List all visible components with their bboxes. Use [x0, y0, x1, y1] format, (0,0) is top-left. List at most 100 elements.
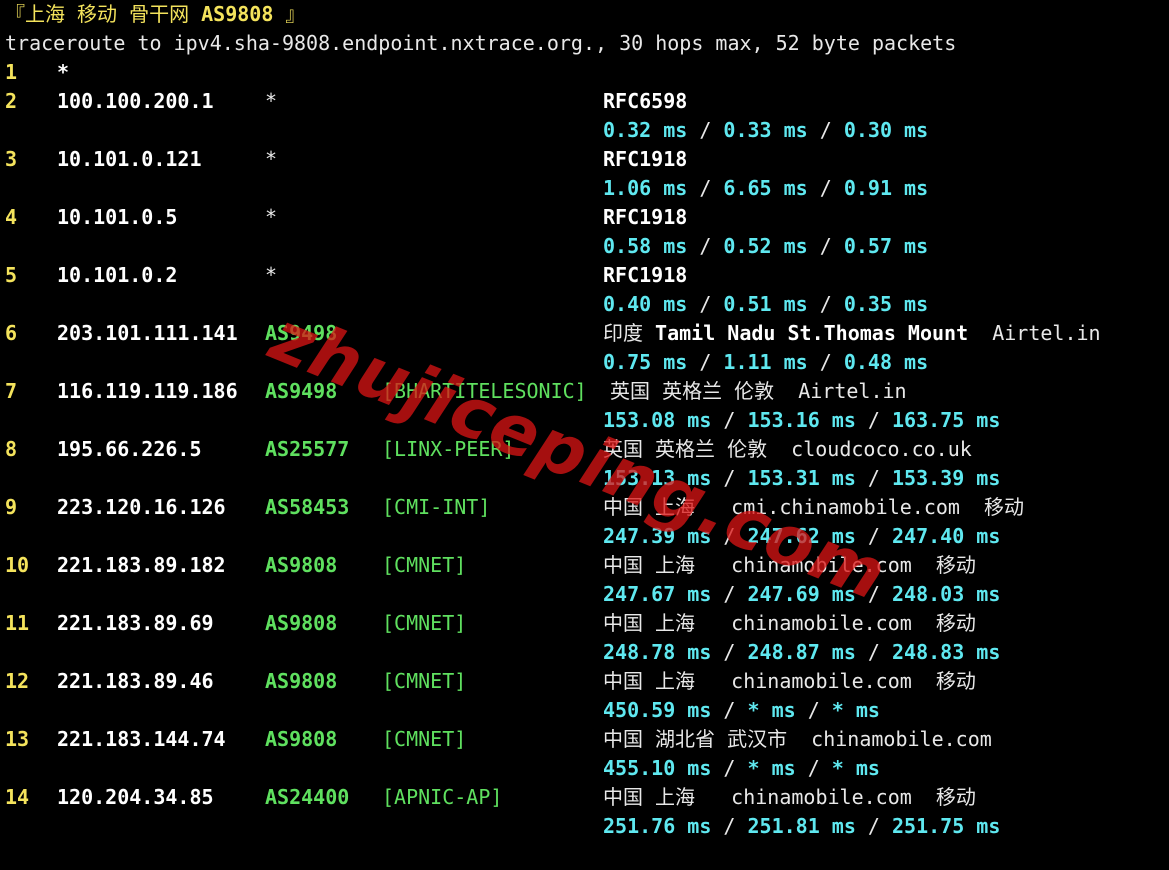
- hop-asn: AS25577: [265, 437, 350, 461]
- hop-ip: 195.66.226.5: [57, 437, 202, 461]
- rtt-value: 1.11 ms: [723, 350, 808, 374]
- hop-rtt-row: 251.76 ms / 251.81 ms / 251.75 ms: [0, 812, 1169, 841]
- hop-asn: AS58453: [265, 495, 350, 519]
- rtt-value: * ms: [831, 698, 880, 722]
- rtt-separator: /: [711, 640, 748, 664]
- hop-row: 14 120.204.34.85 AS24400 [APNIC-AP] 中国 上海 ch…: [0, 783, 1169, 812]
- rtt-separator: /: [711, 408, 748, 432]
- hop-asn: AS9808: [265, 727, 338, 751]
- rtt-separator: /: [687, 234, 724, 258]
- hop-number: 11: [5, 611, 30, 635]
- hop-rtt: 455.10 ms / * ms / * ms: [603, 754, 880, 783]
- rtt-value: * ms: [831, 756, 880, 780]
- rtt-value: 153.31 ms: [747, 466, 856, 490]
- hop-rtt-row: 247.39 ms / 247.62 ms / 247.40 ms: [0, 522, 1169, 551]
- hop-rtt: 0.75 ms / 1.11 ms / 0.48 ms: [603, 348, 928, 377]
- rtt-value: * ms: [747, 756, 796, 780]
- rtt-value: 251.76 ms: [603, 814, 712, 838]
- rtt-value: 1.06 ms: [603, 176, 688, 200]
- hop-geo-info: RFC1918: [603, 263, 688, 287]
- hop-rtt-row: 247.67 ms / 247.69 ms / 248.03 ms: [0, 580, 1169, 609]
- rtt-value: 247.67 ms: [603, 582, 712, 606]
- hop-rtt-row: 450.59 ms / * ms / * ms: [0, 696, 1169, 725]
- rtt-separator: /: [687, 176, 724, 200]
- hop-rtt: 450.59 ms / * ms / * ms: [603, 696, 880, 725]
- terminal-window: 『上海 移动 骨干网 AS9808 』 traceroute to ipv4.s…: [0, 0, 1169, 870]
- rtt-value: 0.52 ms: [723, 234, 808, 258]
- rtt-value: 247.39 ms: [603, 524, 712, 548]
- header-title: 『上海 移动 骨干网 AS9808 』: [5, 0, 305, 29]
- hop-rtt-row: 153.08 ms / 153.16 ms / 163.75 ms: [0, 406, 1169, 435]
- rtt-value: 247.69 ms: [747, 582, 856, 606]
- rtt-separator: /: [855, 582, 892, 606]
- hop-ip: 203.101.111.141: [57, 321, 238, 345]
- hop-ip: 116.119.119.186: [57, 379, 238, 403]
- hop-geo-info: 英国 英格兰 伦敦 Airtel.in: [598, 379, 907, 403]
- hop-asn: AS9498: [265, 321, 338, 345]
- hop-ip: 223.120.16.126: [57, 495, 226, 519]
- rtt-value: 153.13 ms: [603, 466, 712, 490]
- hop-number: 3: [5, 147, 18, 171]
- rtt-value: 0.58 ms: [603, 234, 688, 258]
- hop-number: 9: [5, 495, 18, 519]
- hop-rtt-row: 0.58 ms / 0.52 ms / 0.57 ms: [0, 232, 1169, 261]
- hop-network-tag: [CMNET]: [382, 553, 467, 577]
- hop-row: 1 *: [0, 58, 1169, 87]
- rtt-value: 455.10 ms: [603, 756, 712, 780]
- rtt-separator: /: [711, 582, 748, 606]
- hop-rtt: 248.78 ms / 248.87 ms / 248.83 ms: [603, 638, 1000, 667]
- rtt-separator: /: [795, 698, 832, 722]
- hop-geo-info: RFC6598: [603, 89, 688, 113]
- hop-rtt-row: 0.75 ms / 1.11 ms / 0.48 ms: [0, 348, 1169, 377]
- hop-ip: *: [57, 60, 70, 84]
- hop-geo-info: 中国 上海 chinamobile.com 移动: [603, 553, 976, 577]
- rtt-value: 251.81 ms: [747, 814, 856, 838]
- hop-row: 6 203.101.111.141 AS9498 印度 Tamil Nadu St.T…: [0, 319, 1169, 348]
- hop-geo-info: 中国 上海 cmi.chinamobile.com 移动: [603, 495, 1025, 519]
- hop-asn: *: [265, 205, 278, 229]
- hop-number: 7: [5, 379, 18, 403]
- hop-row: 11 221.183.89.69 AS9808 [CMNET] 中国 上海 chinam…: [0, 609, 1169, 638]
- hop-number: 8: [5, 437, 18, 461]
- hop-ip: 10.101.0.2: [57, 263, 178, 287]
- hop-ip: 120.204.34.85: [57, 785, 214, 809]
- hop-ip: 100.100.200.1: [57, 89, 214, 113]
- hop-row: 8 195.66.226.5 AS25577 [LINX-PEER] 英国 英格兰 伦敦…: [0, 435, 1169, 464]
- rtt-value: 0.48 ms: [843, 350, 929, 374]
- hop-rtt-row: 455.10 ms / * ms / * ms: [0, 754, 1169, 783]
- hop-number: 10: [5, 553, 30, 577]
- rtt-value: 248.83 ms: [892, 640, 1001, 664]
- hop-asn: *: [265, 147, 278, 171]
- rtt-value: 251.75 ms: [892, 814, 1001, 838]
- hop-ip: 221.183.89.182: [57, 553, 226, 577]
- rtt-value: 153.16 ms: [747, 408, 856, 432]
- hop-geo-info: 印度 Tamil Nadu St.Thomas Mount Airtel.in: [603, 319, 1101, 348]
- title-suffix: 』: [273, 2, 306, 26]
- hop-rtt-row: 1.06 ms / 6.65 ms / 0.91 ms: [0, 174, 1169, 203]
- rtt-value: 153.08 ms: [603, 408, 712, 432]
- hop-asn: *: [265, 263, 278, 287]
- rtt-separator: /: [807, 292, 844, 316]
- hop-ip: 221.183.89.46: [57, 669, 214, 693]
- hop-number: 14: [5, 785, 30, 809]
- rtt-value: 248.03 ms: [892, 582, 1001, 606]
- hop-number: 5: [5, 263, 18, 287]
- rtt-separator: /: [855, 524, 892, 548]
- hop-number: 6: [5, 321, 18, 345]
- hop-row: 13 221.183.144.74 AS9808 [CMNET] 中国 湖北省 武汉市 …: [0, 725, 1169, 754]
- hop-network-tag: [LINX-PEER]: [382, 437, 515, 461]
- rtt-value: 247.40 ms: [892, 524, 1001, 548]
- hop-number: 12: [5, 669, 30, 693]
- hop-rtt: 153.08 ms / 153.16 ms / 163.75 ms: [603, 406, 1000, 435]
- hop-rtt: 1.06 ms / 6.65 ms / 0.91 ms: [603, 174, 928, 203]
- hop-geo-info: 英国 英格兰 伦敦 cloudcoco.co.uk: [603, 437, 972, 461]
- rtt-value: 247.62 ms: [747, 524, 856, 548]
- rtt-separator: /: [807, 350, 844, 374]
- hop-rtt: 0.40 ms / 0.51 ms / 0.35 ms: [603, 290, 928, 319]
- hop-asn: AS9808: [265, 611, 338, 635]
- hop-geo-info: 中国 湖北省 武汉市 chinamobile.com: [603, 727, 992, 751]
- hop-asn: *: [265, 89, 278, 113]
- rtt-separator: /: [687, 350, 724, 374]
- hop-network-tag: [CMI-INT]: [382, 495, 491, 519]
- hop-asn: AS9808: [265, 669, 338, 693]
